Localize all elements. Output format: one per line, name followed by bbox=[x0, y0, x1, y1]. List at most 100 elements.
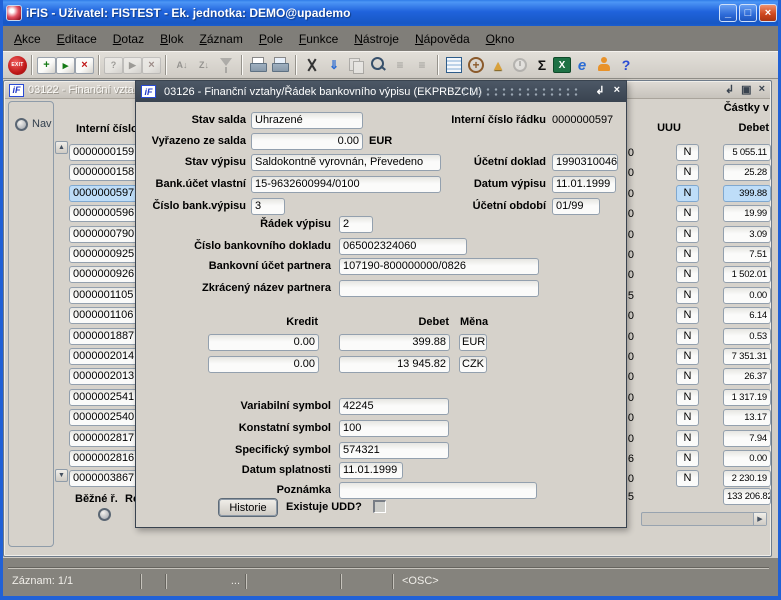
interni-cislo-row[interactable]: 0000000925 bbox=[69, 246, 141, 263]
maximize-button[interactable]: □ bbox=[739, 4, 757, 22]
restore-icon[interactable]: ↲ bbox=[725, 83, 734, 96]
menu-item-6[interactable]: Funkce bbox=[291, 30, 346, 48]
debet-cell[interactable]: 2 230.19 bbox=[723, 470, 771, 487]
debet-cell[interactable]: 399.88 bbox=[723, 185, 771, 202]
debet-cell[interactable]: 3.09 bbox=[723, 226, 771, 243]
existuje-udd-checkbox[interactable] bbox=[373, 500, 386, 513]
uuu-cell[interactable]: N bbox=[676, 226, 699, 243]
help-icon[interactable] bbox=[593, 54, 615, 76]
debet-cell[interactable]: 0.00 bbox=[723, 287, 771, 304]
uuu-cell[interactable]: N bbox=[676, 470, 699, 487]
uuu-cell[interactable]: N bbox=[676, 430, 699, 447]
question-icon[interactable]: ? bbox=[615, 54, 637, 76]
interni-cislo-row[interactable]: 0000002013 bbox=[69, 368, 141, 385]
debet-field-1[interactable]: 399.88 bbox=[339, 334, 450, 351]
debet-cell[interactable]: 7.94 bbox=[723, 430, 771, 447]
debet-cell[interactable]: 1 502.01 bbox=[723, 266, 771, 283]
print-icon[interactable] bbox=[247, 54, 269, 76]
uuu-cell[interactable]: N bbox=[676, 266, 699, 283]
insert-record-icon[interactable]: + bbox=[37, 56, 56, 74]
interni-cislo-row[interactable]: 0000002817 bbox=[69, 430, 141, 447]
close-icon[interactable]: × bbox=[759, 83, 765, 96]
close-icon[interactable]: × bbox=[614, 84, 620, 97]
scroll-up-arrow[interactable]: ▲ bbox=[55, 141, 68, 154]
bezne-radio[interactable] bbox=[98, 508, 111, 521]
cislo-bank-vypisu-field[interactable]: 3 bbox=[251, 198, 285, 215]
debet-cell[interactable]: 19.99 bbox=[723, 205, 771, 222]
interni-cislo-row[interactable]: 0000000790 bbox=[69, 226, 141, 243]
interni-cislo-row[interactable]: 0000000597 bbox=[69, 185, 141, 202]
ucetni-doklad-field[interactable]: 1990310046 bbox=[552, 154, 618, 171]
scroll-right-arrow[interactable]: ▶ bbox=[753, 513, 766, 525]
uuu-cell[interactable]: N bbox=[676, 409, 699, 426]
interni-cislo-row[interactable]: 0000002014 bbox=[69, 348, 141, 365]
radek-vypisu-field[interactable]: 2 bbox=[339, 216, 373, 233]
vyrazeno-field[interactable]: 0.00 bbox=[251, 133, 363, 150]
uuu-cell[interactable]: N bbox=[676, 287, 699, 304]
browser-icon[interactable]: e bbox=[571, 54, 593, 76]
datum-vypisu-field[interactable]: 11.01.1999 bbox=[552, 176, 616, 193]
uuu-cell[interactable]: N bbox=[676, 450, 699, 467]
print-preview-icon[interactable] bbox=[269, 54, 291, 76]
poznamka-field[interactable] bbox=[339, 482, 537, 499]
specificky-symbol-field[interactable]: 574321 bbox=[339, 442, 449, 459]
cut-icon[interactable] bbox=[301, 54, 323, 76]
debet-cell[interactable]: 5 055.11 bbox=[723, 144, 771, 161]
close-button[interactable]: × bbox=[759, 4, 777, 22]
menu-item-9[interactable]: Okno bbox=[478, 30, 523, 48]
menu-item-8[interactable]: Nápověda bbox=[407, 30, 478, 48]
kredit-field-1[interactable]: 0.00 bbox=[208, 334, 319, 351]
uuu-cell[interactable]: N bbox=[676, 205, 699, 222]
menu-item-7[interactable]: Nástroje bbox=[346, 30, 407, 48]
kredit-field-2[interactable]: 0.00 bbox=[208, 356, 319, 373]
navigator-icon[interactable]: + bbox=[465, 54, 487, 76]
bank-ucet-vlastni-field[interactable]: 15-9632600994/0100 bbox=[251, 176, 441, 193]
bankovni-ucet-partnera-field[interactable]: 107190-800000000/0826 bbox=[339, 258, 539, 275]
menu-item-4[interactable]: Záznam bbox=[191, 30, 250, 48]
menu-item-3[interactable]: Blok bbox=[152, 30, 191, 48]
interni-cislo-row[interactable]: 0000000159 bbox=[69, 144, 141, 161]
zkraceny-nazev-partnera-field[interactable] bbox=[339, 280, 539, 297]
debet-cell[interactable]: 7 351.31 bbox=[723, 348, 771, 365]
nav-radio[interactable] bbox=[15, 118, 28, 131]
interni-cislo-row[interactable]: 0000000926 bbox=[69, 266, 141, 283]
interni-cislo-row[interactable]: 0000002816 bbox=[69, 450, 141, 467]
stav-vypisu-field[interactable]: Saldokontně vyrovnán, Převedeno bbox=[251, 154, 441, 171]
uuu-cell[interactable]: N bbox=[676, 164, 699, 181]
interni-cislo-row[interactable]: 0000002541 bbox=[69, 389, 141, 406]
uuu-cell[interactable]: N bbox=[676, 246, 699, 263]
menu-item-0[interactable]: Akce bbox=[6, 30, 49, 48]
find-icon[interactable] bbox=[367, 54, 389, 76]
detail-form-icon[interactable] bbox=[443, 54, 465, 76]
paste-icon[interactable]: ⇓ bbox=[323, 54, 345, 76]
uuu-cell[interactable]: N bbox=[676, 368, 699, 385]
variabilni-symbol-field[interactable]: 42245 bbox=[339, 398, 449, 415]
cislo-bankovniho-dokladu-field[interactable]: 065002324060 bbox=[339, 238, 467, 255]
horizontal-scrollbar[interactable]: ▶ bbox=[641, 512, 767, 526]
menu-item-5[interactable]: Pole bbox=[251, 30, 291, 48]
uuu-cell[interactable]: N bbox=[676, 307, 699, 324]
minimize-button[interactable]: _ bbox=[719, 4, 737, 22]
stav-salda-field[interactable]: Uhrazené bbox=[251, 112, 363, 129]
konstatni-symbol-field[interactable]: 100 bbox=[339, 420, 449, 437]
interni-cislo-row[interactable]: 0000002540 bbox=[69, 409, 141, 426]
sum-icon[interactable]: Σ bbox=[531, 54, 553, 76]
interni-cislo-row[interactable]: 0000003867 bbox=[69, 470, 141, 487]
maximize-icon[interactable]: ▣ bbox=[741, 83, 751, 96]
exit-icon[interactable]: EXIT bbox=[8, 55, 27, 75]
debet-cell[interactable]: 0.53 bbox=[723, 328, 771, 345]
interni-cislo-row[interactable]: 0000000158 bbox=[69, 164, 141, 181]
uuu-cell[interactable]: N bbox=[676, 328, 699, 345]
interni-cislo-row[interactable]: 0000001887 bbox=[69, 328, 141, 345]
menu-item-1[interactable]: Editace bbox=[49, 30, 105, 48]
debet-field-2[interactable]: 13 945.82 bbox=[339, 356, 450, 373]
uuu-cell[interactable]: N bbox=[676, 185, 699, 202]
menu-item-2[interactable]: Dotaz bbox=[105, 30, 152, 48]
delete-record-icon[interactable]: × bbox=[75, 56, 94, 74]
datum-splatnosti-field[interactable]: 11.01.1999 bbox=[339, 462, 403, 479]
debet-cell[interactable]: 25.28 bbox=[723, 164, 771, 181]
debet-cell[interactable]: 26.37 bbox=[723, 368, 771, 385]
historie-button[interactable]: Historie bbox=[219, 499, 277, 516]
debet-cell[interactable]: 1 317.19 bbox=[723, 389, 771, 406]
mena-field-2[interactable]: CZK bbox=[459, 356, 487, 373]
